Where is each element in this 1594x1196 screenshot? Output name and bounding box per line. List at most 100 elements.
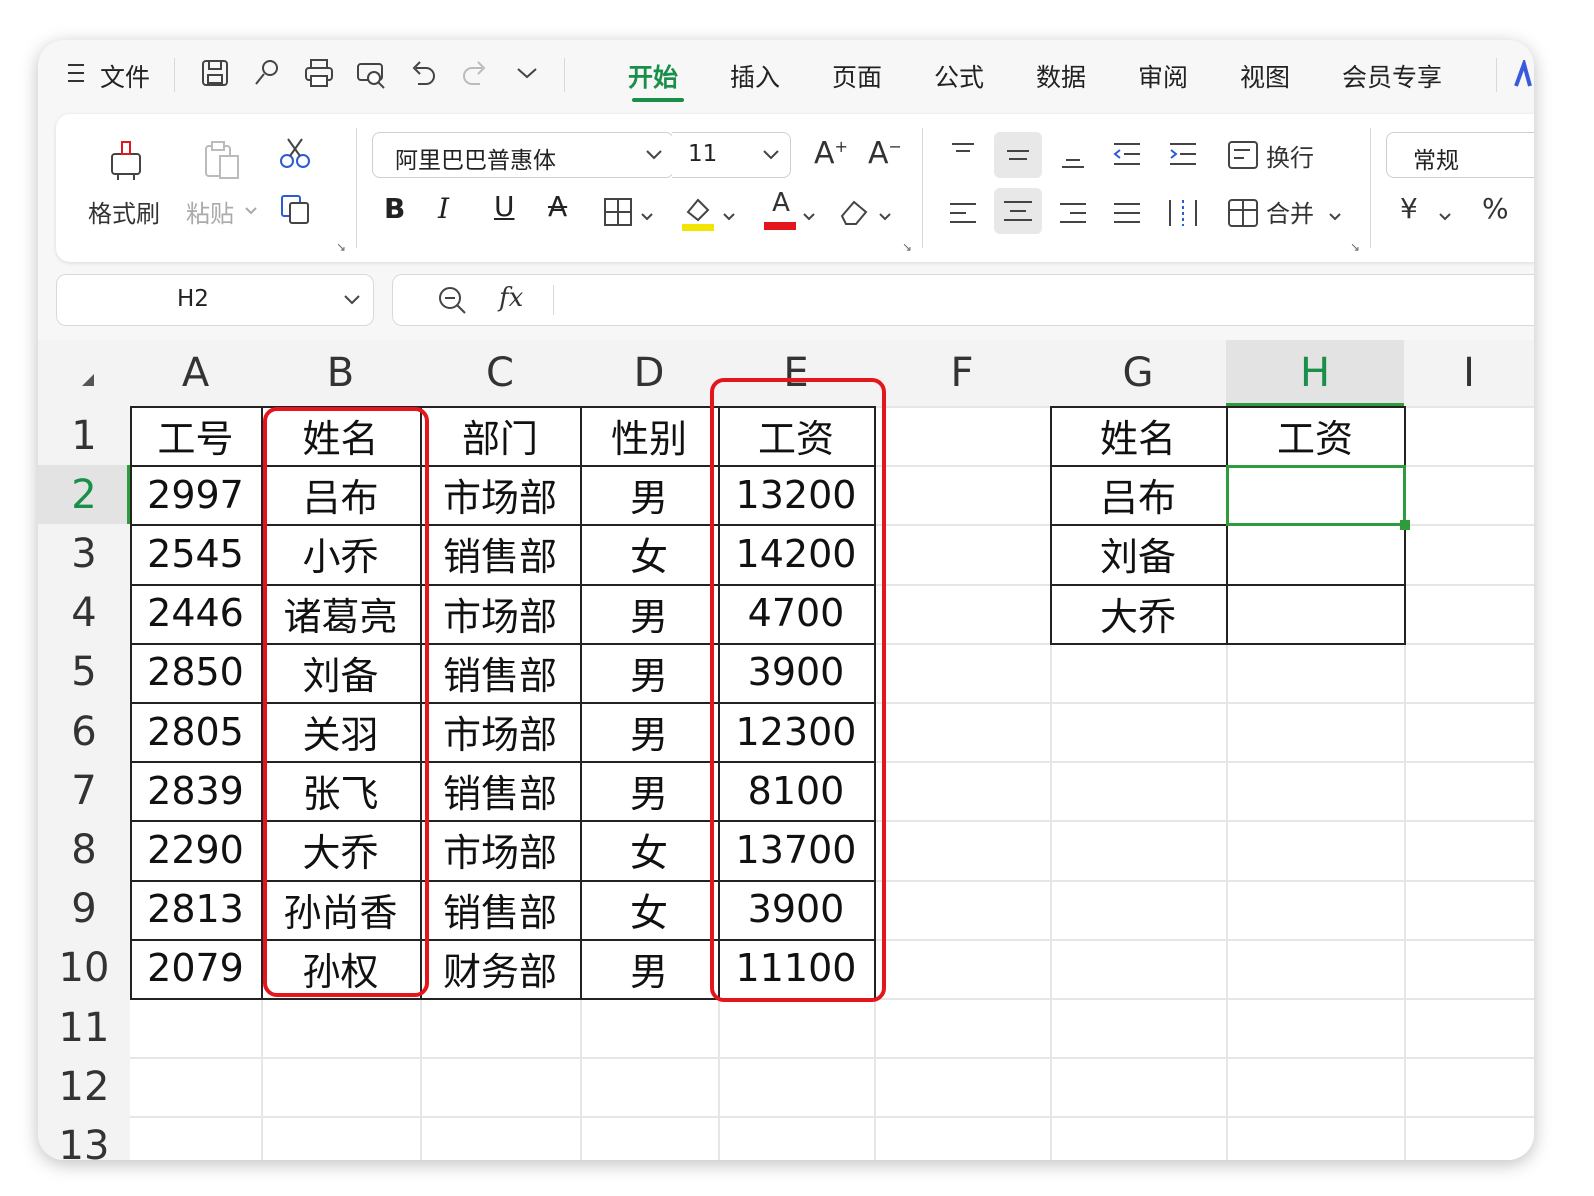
cell[interactable]: 2446	[130, 584, 261, 643]
cell[interactable]: 市场部	[420, 465, 580, 524]
cell[interactable]: 2850	[130, 643, 261, 702]
column-header-h[interactable]: H	[1226, 340, 1404, 406]
tab-member[interactable]: 会员专享	[1342, 58, 1442, 94]
align-left-icon[interactable]	[946, 196, 980, 230]
chevron-down-icon[interactable]	[878, 208, 892, 227]
copy-icon[interactable]	[278, 192, 312, 226]
format-painter-icon[interactable]	[106, 138, 146, 182]
cell[interactable]: 财务部	[420, 939, 580, 998]
paste-icon[interactable]	[202, 138, 242, 182]
eraser-icon[interactable]	[838, 194, 872, 228]
cell[interactable]: 销售部	[420, 761, 580, 820]
align-center-button[interactable]	[994, 188, 1042, 234]
wrap-text-icon[interactable]	[1226, 138, 1260, 172]
cell[interactable]: 大乔	[1050, 584, 1226, 643]
chevron-down-icon[interactable]	[1328, 208, 1342, 227]
cell[interactable]: 销售部	[420, 643, 580, 702]
format-painter-label[interactable]: 格式刷	[88, 194, 160, 229]
column-header-g[interactable]: G	[1050, 340, 1226, 406]
tab-page[interactable]: 页面	[832, 58, 882, 94]
row-header-4[interactable]: 4	[38, 583, 130, 643]
cell[interactable]: 男	[580, 584, 718, 643]
cell[interactable]: 男	[580, 702, 718, 761]
column-header-f[interactable]: F	[874, 340, 1050, 406]
chevron-down-icon[interactable]	[802, 208, 816, 227]
chevron-down-icon[interactable]	[640, 208, 654, 227]
expand-icon[interactable]: ↘	[336, 240, 346, 254]
cell[interactable]: 2545	[130, 524, 261, 583]
select-all-corner[interactable]	[38, 340, 130, 406]
file-menu[interactable]: 文件	[100, 58, 150, 94]
hamburger-icon[interactable]	[68, 62, 86, 84]
column-header-d[interactable]: D	[580, 340, 718, 406]
fill-handle[interactable]	[1400, 520, 1410, 531]
row-header-13[interactable]: 13	[38, 1116, 130, 1160]
row-header-10[interactable]: 10	[38, 938, 130, 998]
align-middle-button[interactable]	[994, 132, 1042, 178]
cell[interactable]: 市场部	[420, 820, 580, 879]
align-bottom-icon[interactable]	[1056, 138, 1090, 172]
column-header-i[interactable]: I	[1404, 340, 1534, 406]
merge-cells-icon[interactable]	[1226, 196, 1260, 230]
column-header-c[interactable]: C	[420, 340, 580, 406]
chevron-down-icon[interactable]	[244, 202, 258, 221]
cell[interactable]: 销售部	[420, 524, 580, 583]
grow-font-button[interactable]: A+	[814, 136, 848, 171]
cell[interactable]: 性别	[580, 406, 718, 465]
distribute-icon[interactable]	[1166, 196, 1200, 230]
cell[interactable]: 2997	[130, 465, 261, 524]
tab-insert[interactable]: 插入	[730, 58, 780, 94]
print-icon[interactable]	[302, 56, 336, 90]
tab-formulas[interactable]: 公式	[934, 58, 984, 94]
print-preview-icon[interactable]	[354, 56, 388, 90]
expand-icon[interactable]: ↘	[1350, 240, 1360, 254]
decrease-indent-icon[interactable]	[1110, 138, 1144, 172]
fill-color-icon[interactable]	[680, 192, 718, 232]
cell[interactable]: 男	[580, 761, 718, 820]
wrap-text-label[interactable]: 换行	[1266, 138, 1314, 173]
zoom-icon[interactable]	[437, 285, 467, 319]
fx-icon[interactable]: fx	[499, 283, 523, 313]
expand-icon[interactable]: ↘	[902, 240, 912, 254]
increase-indent-icon[interactable]	[1166, 138, 1200, 172]
row-header-1[interactable]: 1	[38, 406, 130, 466]
cell[interactable]: 2290	[130, 820, 261, 879]
tab-data[interactable]: 数据	[1036, 58, 1086, 94]
strikethrough-button[interactable]: A	[548, 190, 567, 223]
chevron-down-icon[interactable]	[1438, 208, 1452, 227]
align-top-icon[interactable]	[946, 138, 980, 172]
merge-cells-label[interactable]: 合并	[1266, 194, 1314, 229]
cell[interactable]: 部门	[420, 406, 580, 465]
cut-icon[interactable]	[278, 136, 312, 170]
tab-view[interactable]: 视图	[1240, 58, 1290, 94]
row-header-9[interactable]: 9	[38, 879, 130, 939]
row-header-6[interactable]: 6	[38, 702, 130, 762]
cell[interactable]: 女	[580, 820, 718, 879]
cell[interactable]: 姓名	[1050, 406, 1226, 465]
cell[interactable]: 工资	[1226, 406, 1404, 465]
tab-review[interactable]: 审阅	[1138, 58, 1188, 94]
column-header-a[interactable]: A	[130, 340, 261, 406]
font-size-select[interactable]: 11	[672, 132, 791, 178]
row-header-11[interactable]: 11	[38, 998, 130, 1058]
paste-label[interactable]: 粘贴	[186, 194, 234, 229]
undo-icon[interactable]	[406, 56, 440, 90]
row-header-8[interactable]: 8	[38, 820, 130, 880]
cell[interactable]: 女	[580, 524, 718, 583]
tab-home[interactable]: 开始	[628, 58, 678, 94]
cell[interactable]: 工号	[130, 406, 261, 465]
redo-icon[interactable]	[458, 56, 492, 90]
italic-button[interactable]: I	[438, 192, 449, 225]
borders-icon[interactable]	[602, 196, 636, 230]
cell[interactable]: 2813	[130, 880, 261, 939]
cell[interactable]: 男	[580, 643, 718, 702]
cell[interactable]: 刘备	[1050, 524, 1226, 583]
cell[interactable]: 销售部	[420, 880, 580, 939]
pin-icon[interactable]	[250, 56, 284, 90]
ai-icon[interactable]	[1512, 57, 1532, 90]
cell[interactable]: 市场部	[420, 584, 580, 643]
formula-bar[interactable]: fx	[392, 274, 1534, 326]
cell[interactable]: 市场部	[420, 702, 580, 761]
cell[interactable]: 女	[580, 880, 718, 939]
cell[interactable]: 男	[580, 465, 718, 524]
